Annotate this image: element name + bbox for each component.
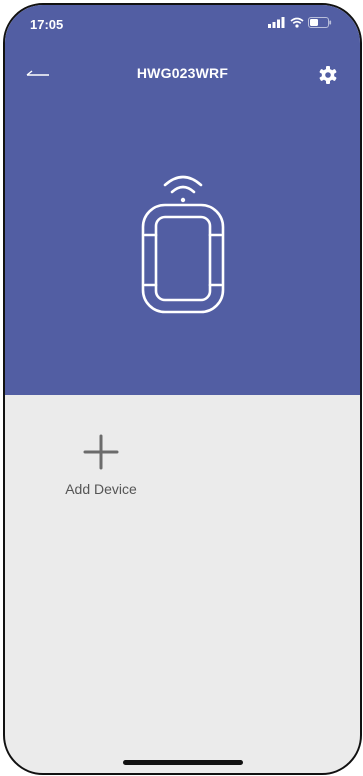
gear-icon — [319, 66, 337, 84]
add-device-label: Add Device — [65, 481, 137, 497]
plus-icon — [83, 434, 119, 470]
settings-button[interactable] — [314, 61, 342, 89]
wireless-remote-device-icon — [141, 175, 225, 314]
status-time: 17:05 — [30, 17, 64, 32]
navigation-bar: HWG023WRF — [5, 57, 360, 93]
page-title: HWG023WRF — [136, 65, 229, 81]
status-icons — [268, 17, 332, 28]
cellular-signal-icon — [268, 17, 285, 28]
status-bar: 17:05 — [5, 5, 360, 39]
home-indicator[interactable] — [123, 760, 243, 765]
battery-icon — [308, 17, 332, 28]
wifi-icon — [290, 17, 304, 28]
header-panel: 17:05 HWG023WRF — [5, 5, 360, 395]
phone-screen: 17:05 HWG023WRF Add Device — [3, 3, 362, 775]
add-device-button[interactable]: Add Device — [53, 433, 149, 503]
